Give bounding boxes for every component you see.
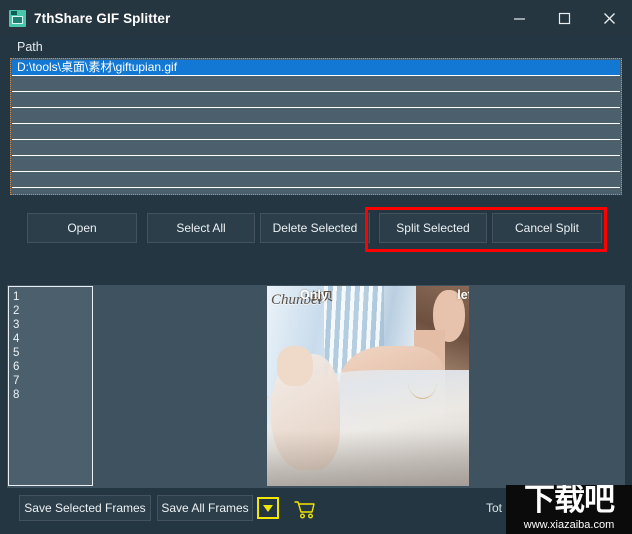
trial-suffix: left [457,288,469,302]
window-controls [497,0,632,36]
path-list-row[interactable] [12,92,620,108]
preview-hand [277,346,314,386]
open-button[interactable]: Open [27,213,137,243]
app-window: 7thShare GIF Splitter Path D:\tools\桌面\素… [0,0,632,534]
preview-necklace [408,366,437,399]
frame-list-item[interactable]: 6 [13,360,92,374]
frame-list-item[interactable]: 3 [13,318,92,332]
window-title: 7thShare GIF Splitter [34,10,171,26]
path-list-row[interactable] [12,76,620,92]
frame-number-list[interactable]: 12345678 [8,286,93,486]
path-list-row[interactable] [12,108,620,124]
cancel-split-button[interactable]: Cancel Split [492,213,602,243]
select-all-button[interactable]: Select All [147,213,255,243]
action-button-strip: Open Select All Delete Selected Split Selec… [7,199,625,277]
path-label: Path [17,40,43,54]
frame-list-item[interactable]: 8 [13,388,92,402]
path-list-container[interactable]: D:\tools\桌面\素材\giftupian.gif [10,58,622,195]
delete-selected-button[interactable]: Delete Selected [260,213,370,243]
path-list-row[interactable] [12,172,620,188]
preview-vignette [267,430,469,486]
frame-list-item[interactable]: 2 [13,304,92,318]
split-selected-button[interactable]: Split Selected [379,213,487,243]
frame-preview-pane: Chunbei 纯贝 Only left [102,286,623,486]
path-list[interactable]: D:\tools\桌面\素材\giftupian.gif [12,60,620,193]
watermark-url: www.xiazaiba.com [523,519,615,531]
title-bar: 7thShare GIF Splitter [0,0,632,36]
path-panel: Path D:\tools\桌面\素材\giftupian.gif ❮ ❯ [7,36,625,231]
gif-frame-image: Chunbei 纯贝 Only left [267,286,469,486]
shopping-cart-icon[interactable] [292,498,318,520]
frame-list-item[interactable]: 5 [13,346,92,360]
frame-list-item[interactable]: 7 [13,374,92,388]
frame-list-item[interactable]: 1 [13,290,92,304]
path-list-row[interactable] [12,124,620,140]
frame-list-item[interactable]: 4 [13,332,92,346]
caret-down-icon[interactable] [257,497,279,519]
maximize-button[interactable] [542,0,587,36]
trial-prefix: Only [300,288,328,302]
path-list-row[interactable] [12,156,620,172]
total-count-label: Tot [486,501,503,515]
save-all-frames-button[interactable]: Save All Frames [157,495,253,521]
save-selected-frames-button[interactable]: Save Selected Frames [19,495,151,521]
path-list-row[interactable]: D:\tools\桌面\素材\giftupian.gif [12,60,620,76]
path-list-row[interactable] [12,140,620,156]
watermark-logo-text: 下载吧 [524,485,615,517]
site-watermark: 下载吧 www.xiazaiba.com [506,485,632,534]
work-area: 12345678 Chunbei 纯贝 Only left [7,285,625,488]
minimize-button[interactable] [497,0,542,36]
app-gif-icon [9,9,26,27]
trial-watermark-text: Only left [300,288,469,302]
close-button[interactable] [587,0,632,36]
